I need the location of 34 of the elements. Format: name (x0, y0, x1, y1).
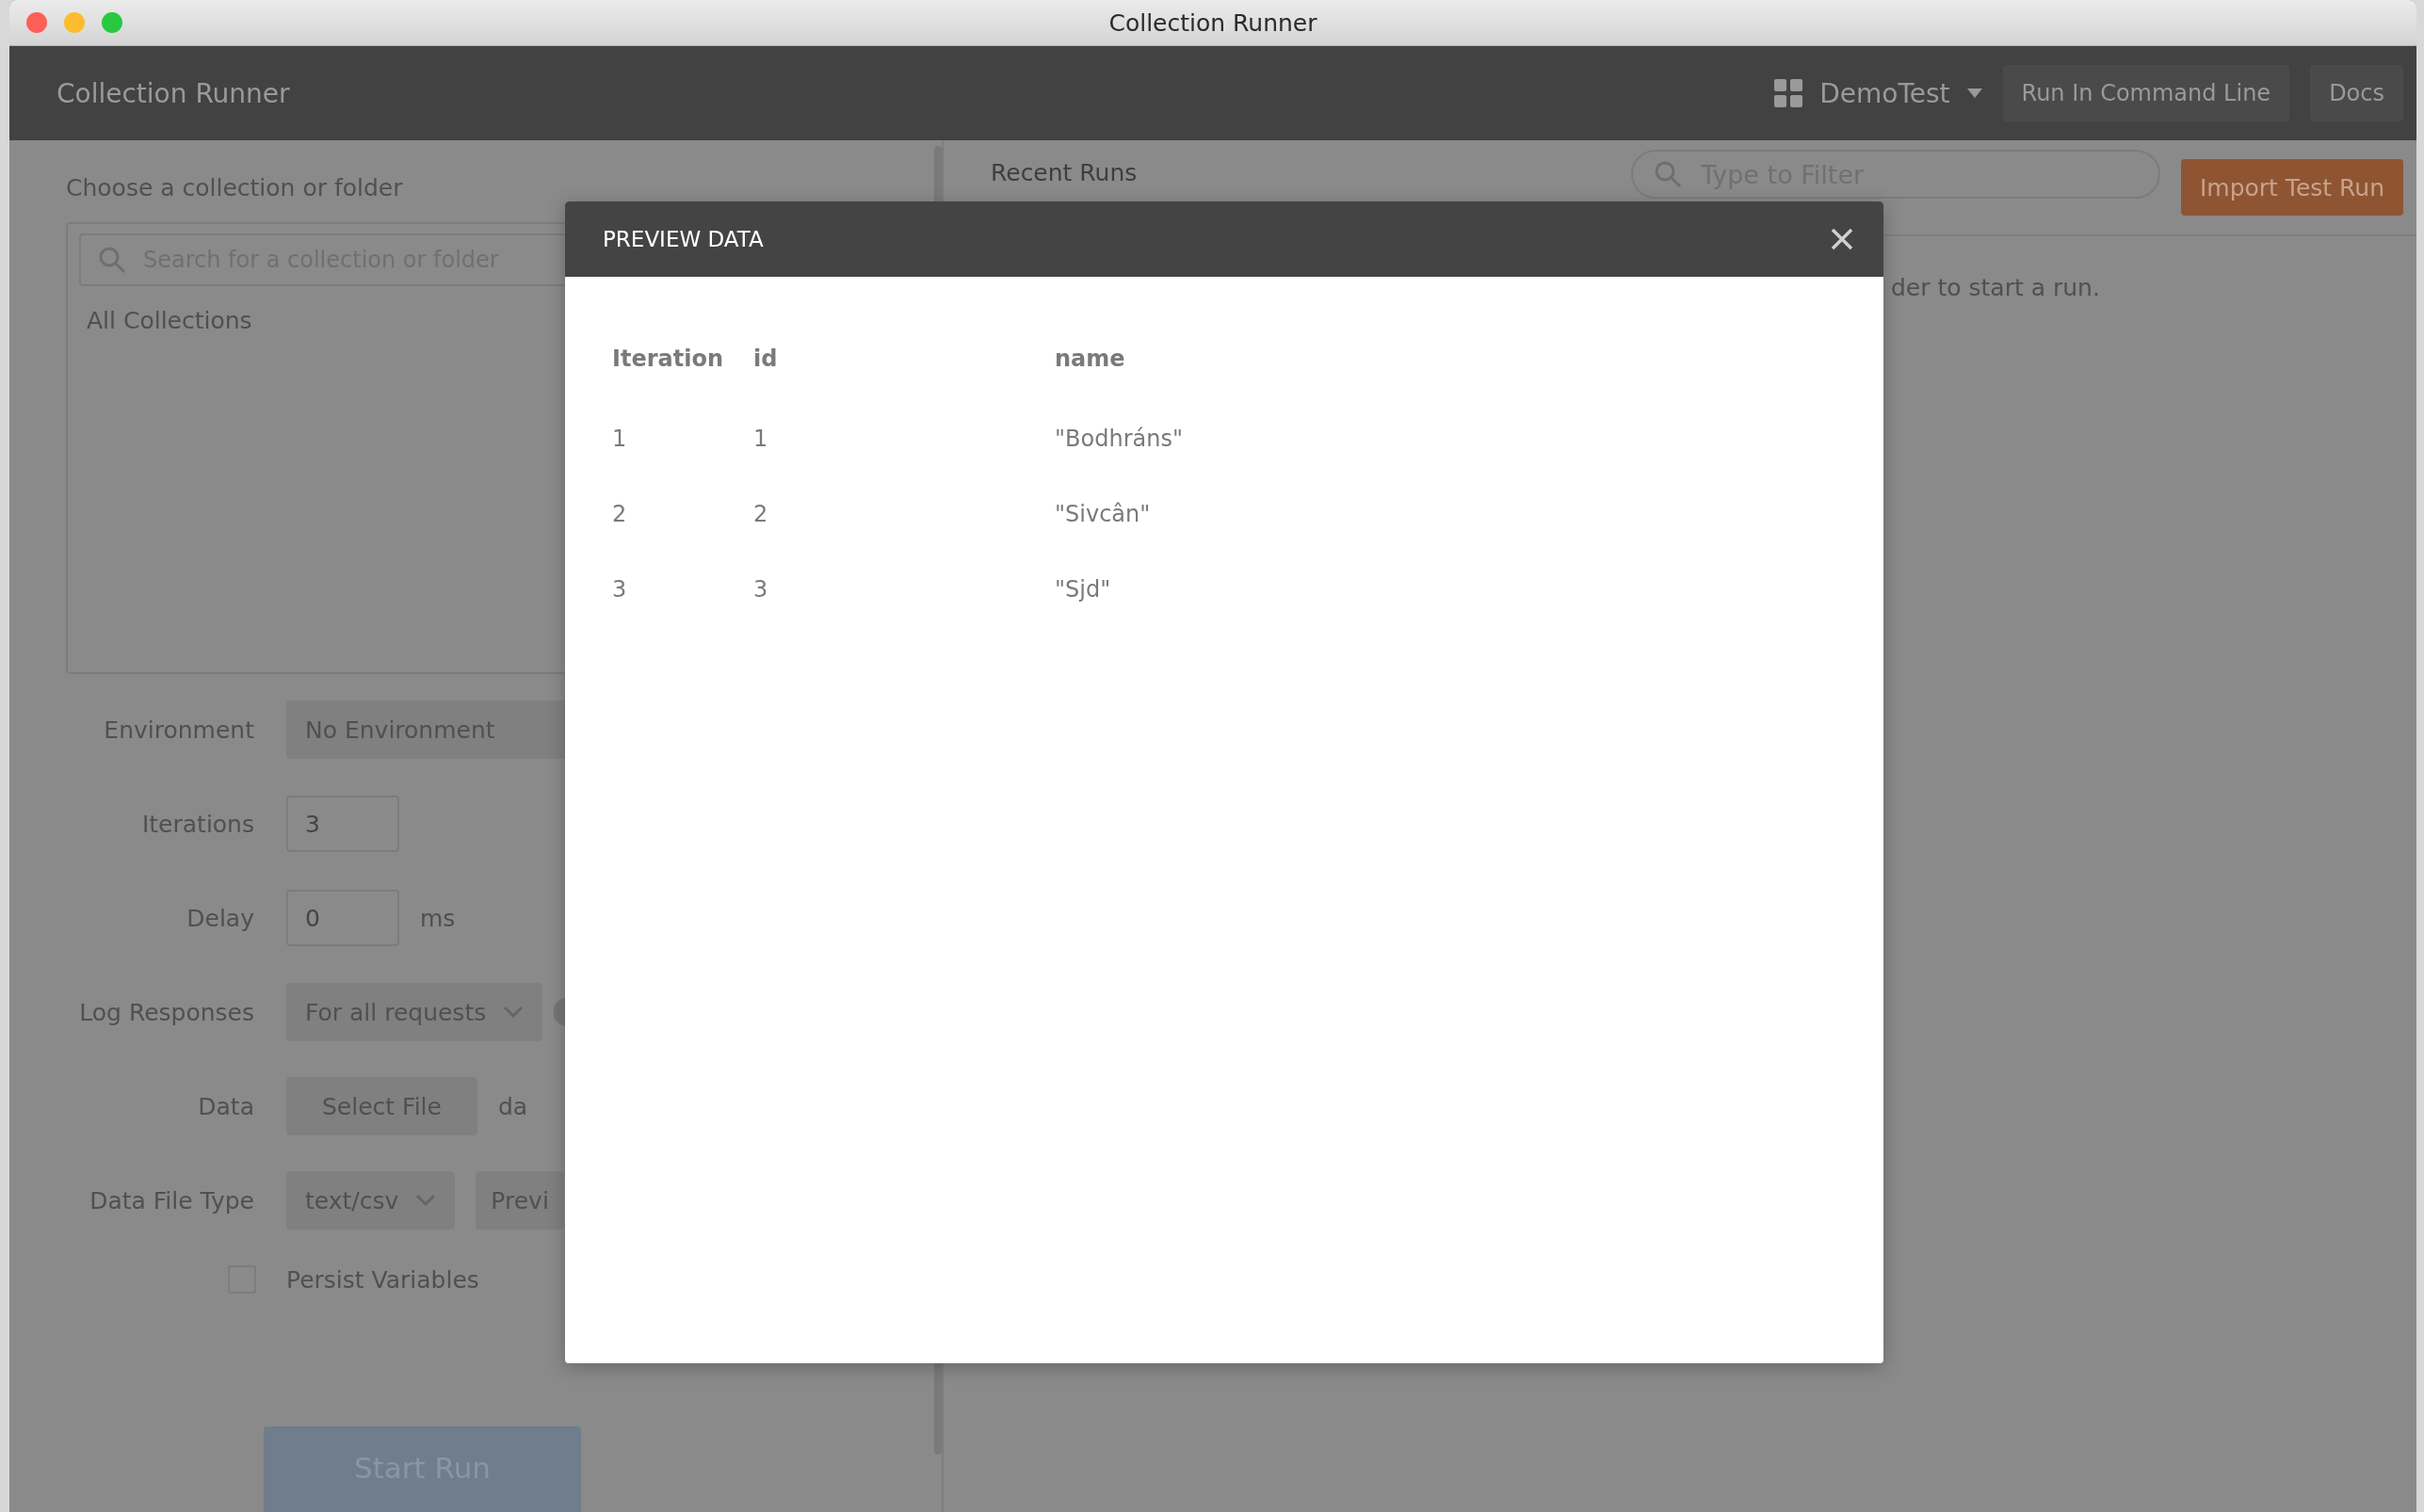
field-label: Data (198, 1092, 254, 1120)
table-cell-text: 3 (612, 575, 628, 604)
number-input[interactable]: 3 (286, 796, 399, 852)
field-label: Delay (186, 904, 254, 932)
all-collections-item[interactable]: All Collections (79, 286, 260, 355)
unit-label: ms (420, 904, 456, 932)
column-header: Iteration (612, 345, 724, 374)
dialog-title: PREVIEW DATA (603, 227, 765, 251)
header-button[interactable]: Docs (2310, 65, 2403, 121)
number-input[interactable]: 0 (286, 890, 399, 946)
table-cell-text: 1 (753, 425, 769, 454)
import-button[interactable]: Import Test Run (2180, 159, 2403, 216)
field-label: Log Responses (79, 998, 254, 1026)
header-button[interactable]: Run In Command Line (2002, 65, 2290, 121)
workspace-switcher[interactable]: DemoTest (1774, 77, 1982, 109)
checkbox-label: Persist Variables (286, 1265, 480, 1294)
column-header: id (753, 345, 779, 374)
table-cell-text: 1 (612, 425, 628, 454)
table-cell-text: 2 (612, 500, 628, 529)
empty-message: der to start a run. (1891, 274, 2100, 301)
section-heading: Recent Runs (991, 158, 1138, 186)
file-note: da (497, 1092, 528, 1120)
table-cell-text: 3 (753, 575, 769, 604)
table-cell-text: "Sivcân" (1055, 500, 1152, 529)
app-title: Collection Runner (57, 77, 291, 109)
table-cell-text: "Sjd" (1055, 575, 1112, 604)
column-header: name (1055, 345, 1126, 374)
field-label: Environment (104, 716, 254, 744)
table-cell-text: 2 (753, 500, 769, 529)
window-title: Collection Runner (1108, 8, 1317, 37)
section-heading: Choose a collection or folder (66, 174, 404, 201)
field-label: Data File Type (89, 1186, 254, 1214)
field-label: Iterations (141, 810, 254, 838)
table-cell-text: "Bodhráns" (1055, 425, 1184, 454)
